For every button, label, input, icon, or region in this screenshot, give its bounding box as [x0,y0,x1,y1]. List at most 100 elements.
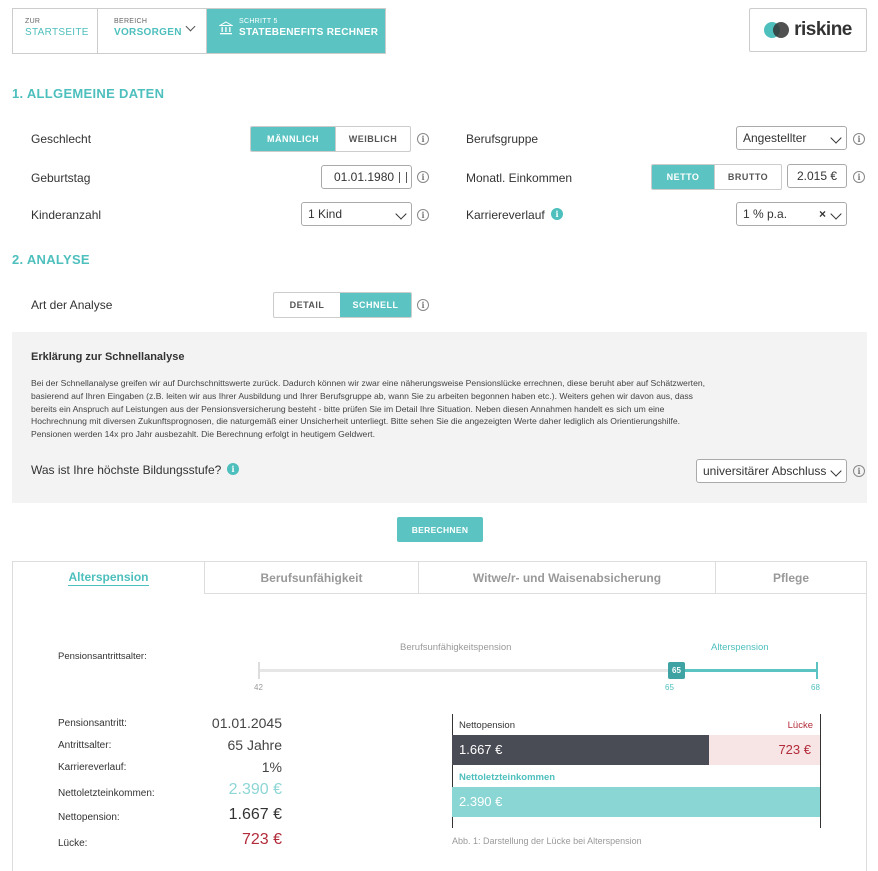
analysis-quick-button[interactable]: SCHNELL [340,293,411,317]
explain-line: Hochrechnung mit diversen Zukunftsprogno… [31,416,681,427]
education-info-icon-2[interactable]: i [853,465,865,477]
chevron-down-icon [830,208,842,220]
slider-min-tick [258,662,260,679]
income-brutto-button[interactable]: BRUTTO [714,165,781,189]
slider-min: 42 [254,683,263,692]
detail-key: Karriereverlauf: [58,762,127,773]
chart-last-label: Nettoletzteinkommen [459,772,556,783]
explain-line: Bei der Schnellanalyse greifen wir auf D… [31,378,706,388]
slider-max: 68 [811,683,820,692]
detail-key: Pensionsantritt: [58,718,127,729]
chevron-down-icon [830,465,842,477]
chart-caption: Abb. 1: Darstellung der Lücke bei Alters… [452,836,642,846]
breadcrumb-step: SCHRITT 5 STATEBENEFITS RECHNER [207,9,385,53]
bar-netto-value: 1.667 € [459,742,503,757]
analysis-type-toggle: DETAIL SCHNELL [273,292,412,318]
children-value: 1 Kind [308,207,343,221]
tab-alterspension[interactable]: Alterspension [13,562,205,594]
career-label: Karriereverlauf [466,208,545,222]
detail-value: 65 Jahre [227,737,282,753]
detail-value: 1% [261,759,282,775]
slider-value: 65 [665,683,674,692]
bar-gap: 723 € [708,735,820,765]
tab-pflege[interactable]: Pflege [716,562,866,594]
slider-handle-value: 65 [672,666,681,675]
gender-male-button[interactable]: MÄNNLICH [251,127,335,151]
education-label: Was ist Ihre höchste Bildungsstufe? [31,463,222,477]
chevron-down-icon [395,208,407,220]
income-toggle: NETTO BRUTTO [651,164,782,190]
birthday-value: 01.01.1980 [334,170,395,184]
gender-label: Geschlecht [31,132,92,146]
detail-value: 2.390 € [228,781,282,798]
breadcrumb: ZUR STARTSEITE BEREICH VORSORGEN SCHRITT… [12,8,386,54]
profession-label: Berufsgruppe [466,132,539,146]
chart-netto-label: Nettopension [459,720,515,731]
slider-label: Pensionsantrittsalter: [58,651,147,662]
profession-info-icon[interactable]: i [853,133,865,145]
calendar-spin-icon [399,172,407,183]
birthday-label: Geburtstag [31,171,91,185]
birthday-input[interactable]: 01.01.1980 [321,165,412,189]
slider-max-tick [816,662,818,679]
career-value: 1 % p.a. [743,207,788,221]
detail-key: Nettopension: [58,812,120,823]
education-value: universitärer Abschluss [703,464,827,478]
section2-title: 2. ANALYSE [12,252,90,267]
explain-line: basierend auf Ihren Eingaben (z.B. leite… [31,390,693,401]
profession-select[interactable]: Angestellter [736,126,847,150]
section1-title: 1. ALLGEMEINE DATEN [12,86,165,101]
detail-value: 723 € [241,831,282,848]
calc-button[interactable]: BERECHNEN [397,517,483,542]
children-info-icon[interactable]: i [417,209,429,221]
bar-last-income-value: 2.390 € [459,794,503,809]
profession-value: Angestellter [743,131,807,145]
career-info-icon[interactable]: i [551,208,563,220]
explain-title: Erklärung zur Schnellanalyse [31,351,185,363]
chart-right-axis [820,714,821,828]
income-info-icon[interactable]: i [853,171,865,183]
income-label: Monatl. Einkommen [466,171,573,185]
income-input[interactable]: 2.015 € [787,164,847,188]
breadcrumb-home[interactable]: ZUR STARTSEITE [13,9,98,53]
tab-witwe[interactable]: Witwe/r- und Waisenabsicherung [419,562,716,594]
detail-key: Lücke: [58,838,88,849]
bar-netto: 1.667 € [452,735,709,765]
chart-gap-label: Lücke [787,720,813,731]
slider-handle[interactable]: 65 [668,662,685,679]
gender-info-icon[interactable]: i [417,133,429,145]
logo-text: riskine [794,19,852,40]
birthday-info-icon[interactable]: i [417,171,429,183]
breadcrumb-step-small: SCHRITT 5 [239,18,278,25]
detail-value: 1.667 € [228,806,282,823]
gender-toggle: MÄNNLICH WEIBLICH [250,126,411,152]
analysis-detail-button[interactable]: DETAIL [274,293,340,317]
children-select[interactable]: 1 Kind [301,202,412,226]
detail-key: Antrittsalter: [58,740,112,751]
breadcrumb-home-small: ZUR [25,18,41,25]
clear-icon[interactable]: × [819,207,826,221]
slider-track-fill [676,669,817,672]
gender-female-button[interactable]: WEIBLICH [335,127,410,151]
logo-icon [764,22,790,38]
detail-value: 01.01.2045 [211,715,282,731]
breadcrumb-step-label: STATEBENEFITS RECHNER [239,27,379,38]
slider-left-label: Berufsunfähigkeitspension [400,642,512,653]
tab-alterspension-label: Alterspension [68,570,149,586]
logo[interactable]: riskine [749,8,867,52]
bank-icon [218,21,234,38]
income-netto-button[interactable]: NETTO [652,165,714,189]
analysis-info-icon[interactable]: i [417,299,429,311]
breadcrumb-area[interactable]: BEREICH VORSORGEN [98,9,207,53]
education-info-icon[interactable]: i [227,463,239,475]
bar-gap-value: 723 € [778,742,811,757]
chevron-down-icon [830,132,842,144]
career-select[interactable]: 1 % p.a. × [736,202,847,226]
income-value: 2.015 € [796,169,838,183]
children-label: Kinderanzahl [31,208,102,222]
tab-berufsunfaehigkeit[interactable]: Berufsunfähigkeit [205,562,419,594]
detail-key: Nettoletzteinkommen: [58,788,155,799]
analysis-type-label: Art der Analyse [31,298,113,312]
education-select[interactable]: universitärer Abschluss [696,459,847,483]
explain-text: Bei der Schnellanalyse greifen wir auf D… [31,377,861,441]
